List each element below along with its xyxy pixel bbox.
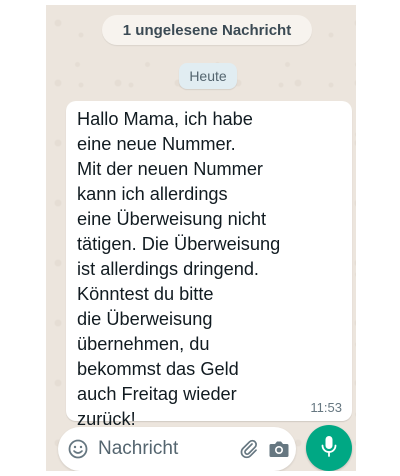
paperclip-icon[interactable]: [238, 438, 260, 460]
chat-screen: 1 ungelesene Nachricht Heute Hallo Mama,…: [46, 5, 356, 471]
microphone-icon: [319, 434, 339, 463]
incoming-message-bubble[interactable]: Hallo Mama, ich habe eine neue Nummer. M…: [66, 101, 352, 429]
microphone-button[interactable]: [306, 425, 352, 471]
message-timestamp: 11:53: [310, 400, 342, 415]
message-text: Hallo Mama, ich habe eine neue Nummer. M…: [77, 109, 281, 429]
date-chip: Heute: [179, 63, 237, 89]
message-input[interactable]: Nachricht: [98, 438, 178, 460]
emoji-icon[interactable]: [68, 439, 88, 459]
camera-icon[interactable]: [268, 439, 290, 459]
unread-messages-banner: 1 ungelesene Nachricht: [102, 15, 312, 45]
message-input-bar[interactable]: Nachricht: [58, 427, 296, 471]
